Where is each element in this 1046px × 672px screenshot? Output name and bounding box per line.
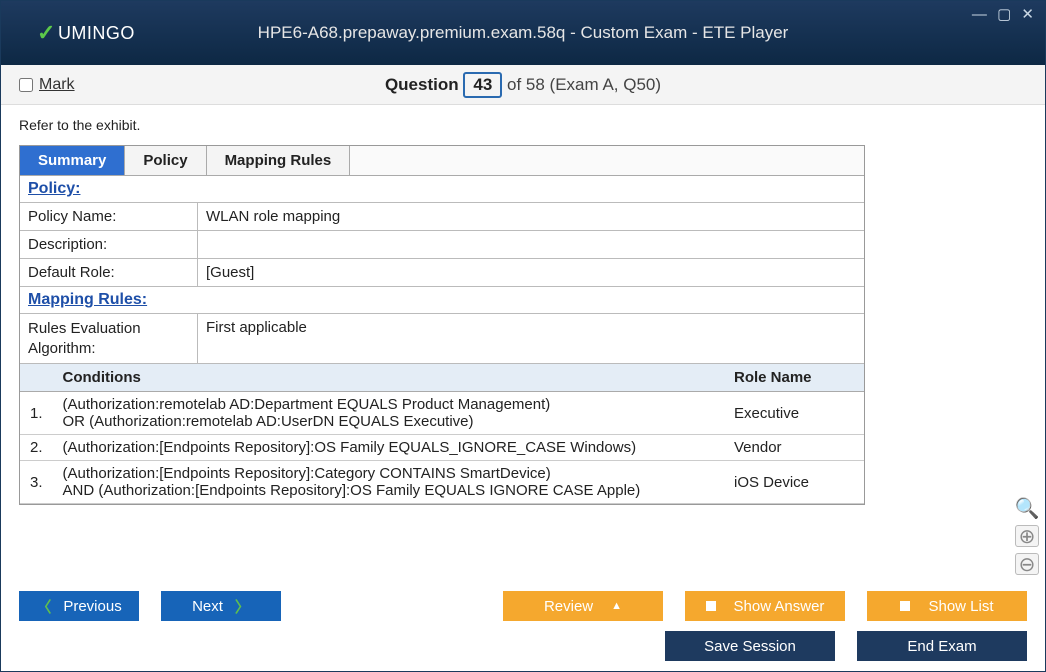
review-button[interactable]: Review ▲	[503, 591, 663, 621]
rule-role-2: Vendor	[724, 435, 864, 461]
refer-text: Refer to the exhibit.	[19, 117, 1027, 133]
table-row: 3. (Authorization:[Endpoints Repository]…	[20, 461, 864, 504]
row-description: Description:	[20, 231, 864, 259]
exhibit-tabs: Summary Policy Mapping Rules	[20, 146, 864, 176]
label-algorithm: Rules Evaluation Algorithm:	[20, 314, 198, 363]
square-icon	[706, 601, 716, 611]
label-default-role: Default Role:	[20, 259, 198, 286]
rule-role-3: iOS Device	[724, 461, 864, 504]
chevron-left-icon: 〈	[36, 596, 51, 617]
app-window: ✓ UMINGO HPE6-A68.prepaway.premium.exam.…	[0, 0, 1046, 672]
check-icon: ✓	[37, 20, 56, 46]
square-icon	[900, 601, 910, 611]
next-button[interactable]: Next 〉	[161, 591, 281, 621]
table-row: 2. (Authorization:[Endpoints Repository]…	[20, 435, 864, 461]
window-controls[interactable]: — ▢ ✕	[972, 5, 1037, 23]
tab-mapping-rules[interactable]: Mapping Rules	[207, 146, 351, 175]
rule-num-2: 2.	[20, 435, 53, 461]
show-answer-label: Show Answer	[734, 598, 825, 615]
question-rest: of 58 (Exam A, Q50)	[507, 75, 661, 94]
rule-num-1: 1.	[20, 392, 53, 435]
value-description	[198, 231, 864, 258]
rule-cond-2: (Authorization:[Endpoints Repository]:OS…	[53, 435, 724, 461]
end-exam-button[interactable]: End Exam	[857, 631, 1027, 661]
value-algorithm: First applicable	[198, 314, 864, 363]
rule-role-1: Executive	[724, 392, 864, 435]
previous-label: Previous	[63, 598, 121, 615]
logo-text: UMINGO	[58, 23, 135, 44]
previous-button[interactable]: 〈 Previous	[19, 591, 139, 621]
review-label: Review	[544, 598, 593, 615]
rule-cond-3: (Authorization:[Endpoints Repository]:Ca…	[53, 461, 724, 504]
value-policy-name: WLAN role mapping	[198, 203, 864, 230]
rule-cond-1: (Authorization:remotelab AD:Department E…	[53, 392, 724, 435]
question-counter: Question 43 of 58 (Exam A, Q50)	[1, 72, 1045, 98]
label-policy-name: Policy Name:	[20, 203, 198, 230]
label-description: Description:	[20, 231, 198, 258]
header-role-name: Role Name	[724, 364, 864, 392]
show-list-label: Show List	[928, 598, 993, 615]
question-number: 43	[463, 72, 502, 98]
section-policy-header: Policy:	[20, 176, 864, 203]
section-rules-header: Mapping Rules:	[20, 287, 864, 314]
logo: ✓ UMINGO	[37, 20, 135, 46]
tab-summary[interactable]: Summary	[20, 146, 125, 175]
rules-table: Conditions Role Name 1. (Authorization:r…	[20, 364, 864, 504]
show-answer-button[interactable]: Show Answer	[685, 591, 845, 621]
exhibit-panel: Summary Policy Mapping Rules Policy: Pol…	[19, 145, 865, 505]
magnifier-icon: 🔍	[1015, 497, 1039, 519]
content-area: Refer to the exhibit. Summary Policy Map…	[1, 105, 1045, 585]
row-policy-name: Policy Name: WLAN role mapping	[20, 203, 864, 231]
button-bar-1: 〈 Previous Next 〉 Review ▲ Show Answer S…	[1, 585, 1045, 625]
zoom-in-button[interactable]: ⊕	[1015, 525, 1039, 547]
table-row: 1. (Authorization:remotelab AD:Departmen…	[20, 392, 864, 435]
triangle-up-icon: ▲	[611, 600, 622, 612]
zoom-controls: 🔍 ⊕ ⊖	[1015, 497, 1039, 575]
row-default-role: Default Role: [Guest]	[20, 259, 864, 287]
row-algorithm: Rules Evaluation Algorithm: First applic…	[20, 314, 864, 364]
button-bar-2: Save Session End Exam	[1, 625, 1045, 671]
question-header: Mark Question 43 of 58 (Exam A, Q50)	[1, 65, 1045, 105]
rule-num-3: 3.	[20, 461, 53, 504]
value-default-role: [Guest]	[198, 259, 864, 286]
header-conditions: Conditions	[53, 364, 724, 392]
tab-policy[interactable]: Policy	[125, 146, 206, 175]
window-title: HPE6-A68.prepaway.premium.exam.58q - Cus…	[1, 23, 1045, 43]
chevron-right-icon: 〉	[235, 596, 250, 617]
titlebar: ✓ UMINGO HPE6-A68.prepaway.premium.exam.…	[1, 1, 1045, 65]
zoom-out-button[interactable]: ⊖	[1015, 553, 1039, 575]
next-label: Next	[192, 598, 223, 615]
show-list-button[interactable]: Show List	[867, 591, 1027, 621]
save-session-button[interactable]: Save Session	[665, 631, 835, 661]
question-word: Question	[385, 75, 459, 94]
